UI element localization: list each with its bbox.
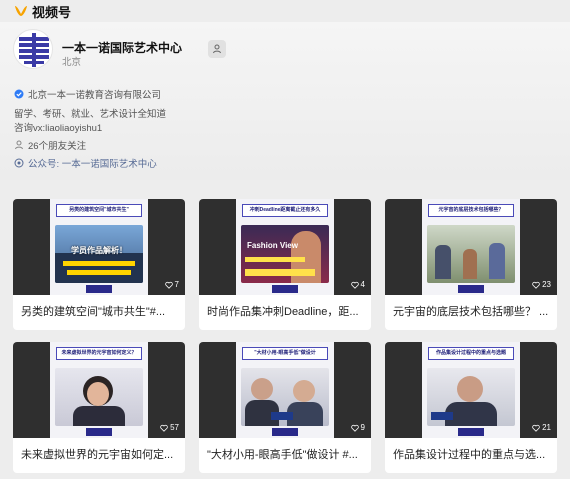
like-count: 7 [164,280,179,289]
official-account-text: 公众号: 一本一诺国际艺术中心 [28,159,157,170]
heart-icon [532,424,540,432]
video-card[interactable]: 冲刺Deadline距离截止还有多久 Fashion View 4 时尚作品集冲… [199,199,371,330]
profile-header: 一本一诺国际艺术中心 北京 北京一本一诺教育咨询有限公司 留学、考研、就业、艺术… [0,22,570,180]
video-card[interactable]: 作品集设计过程中的重点与选题 21 作品集设计过程中的重点与选... [385,342,557,473]
thumbnail-overlay-text: Fashion View [247,241,298,250]
thumbnail-banner: 冲刺Deadline距离截止还有多久 [242,204,328,217]
channels-logo-icon [15,6,27,16]
like-count: 9 [350,423,365,432]
video-title: 另类的建筑空间"城市共生"#... [21,306,166,318]
video-card[interactable]: 另类的建筑空间"城市共生" 学员作品解析！ 7 另类的建筑空间"城市共生"#..… [13,199,185,330]
bio-line-2: 咨询vx:liaoliaoyishu1 [14,123,103,134]
user-icon [213,44,221,54]
verification-row: 北京一本一诺教育咨询有限公司 [14,87,161,101]
bio-line-1: 留学、考研、就业、艺术设计全知道 [14,109,167,120]
heart-icon [164,281,173,289]
app-brand: 视频号 [32,4,72,20]
video-thumbnail: "大材小用-眼高手低"做设计 9 [199,342,371,438]
follow-button[interactable] [208,40,226,58]
official-account-link[interactable]: 公众号: 一本一诺国际艺术中心 [14,156,157,170]
video-thumbnail: 另类的建筑空间"城市共生" 学员作品解析！ 7 [13,199,185,295]
heart-icon [160,424,168,432]
video-thumbnail: 冲刺Deadline距离截止还有多久 Fashion View 4 [199,199,371,295]
video-thumbnail: 作品集设计过程中的重点与选题 21 [385,342,557,438]
heart-icon [350,281,359,289]
video-title: 作品集设计过程中的重点与选... [393,449,546,461]
thumbnail-banner: 未来虚拟世界的元宇宙如何定义？ [56,347,142,360]
video-title: 未来虚拟世界的元宇宙如何定... [21,449,174,461]
video-card[interactable]: "大材小用-眼高手低"做设计 9 "大材小用-眼高手低"做设计 #... [199,342,371,473]
thumbnail-overlay-text: 学员作品解析！ [71,246,127,255]
official-account-icon [14,158,24,168]
like-count: 4 [350,280,365,289]
like-count: 57 [160,423,179,432]
top-bar: 视频号 [0,0,570,22]
video-thumbnail: 未来虚拟世界的元宇宙如何定义？ 57 [13,342,185,438]
verified-icon [14,89,24,99]
video-title: 元宇宙的底层技术包括哪些？ ... [393,306,549,318]
friends-icon [14,140,24,150]
thumbnail-banner: "大材小用-眼高手低"做设计 [242,347,328,360]
friends-following-text: 26个朋友关注 [28,141,87,152]
thumbnail-banner: 元宇宙的底层技术包括哪些？ [428,204,514,217]
video-card[interactable]: 元宇宙的底层技术包括哪些？ 23 元宇宙的底层技术包括哪些？ ... [385,199,557,330]
account-location: 北京 [62,57,82,68]
heart-icon [350,424,359,432]
heart-icon [532,281,540,289]
video-title: "大材小用-眼高手低"做设计 #... [207,449,358,461]
avatar[interactable] [13,29,53,69]
friends-following-row: 26个朋友关注 [14,138,86,152]
thumbnail-banner: 另类的建筑空间"城市共生" [56,204,142,217]
video-thumbnail: 元宇宙的底层技术包括哪些？ 23 [385,199,557,295]
like-count: 23 [532,280,551,289]
thumbnail-banner: 作品集设计过程中的重点与选题 [428,347,514,360]
video-title: 时尚作品集冲刺Deadline，距... [207,306,359,318]
video-card[interactable]: 未来虚拟世界的元宇宙如何定义？ 57 未来虚拟世界的元宇宙如何定... [13,342,185,473]
like-count: 21 [532,423,551,432]
verification-text: 北京一本一诺教育咨询有限公司 [28,90,162,101]
